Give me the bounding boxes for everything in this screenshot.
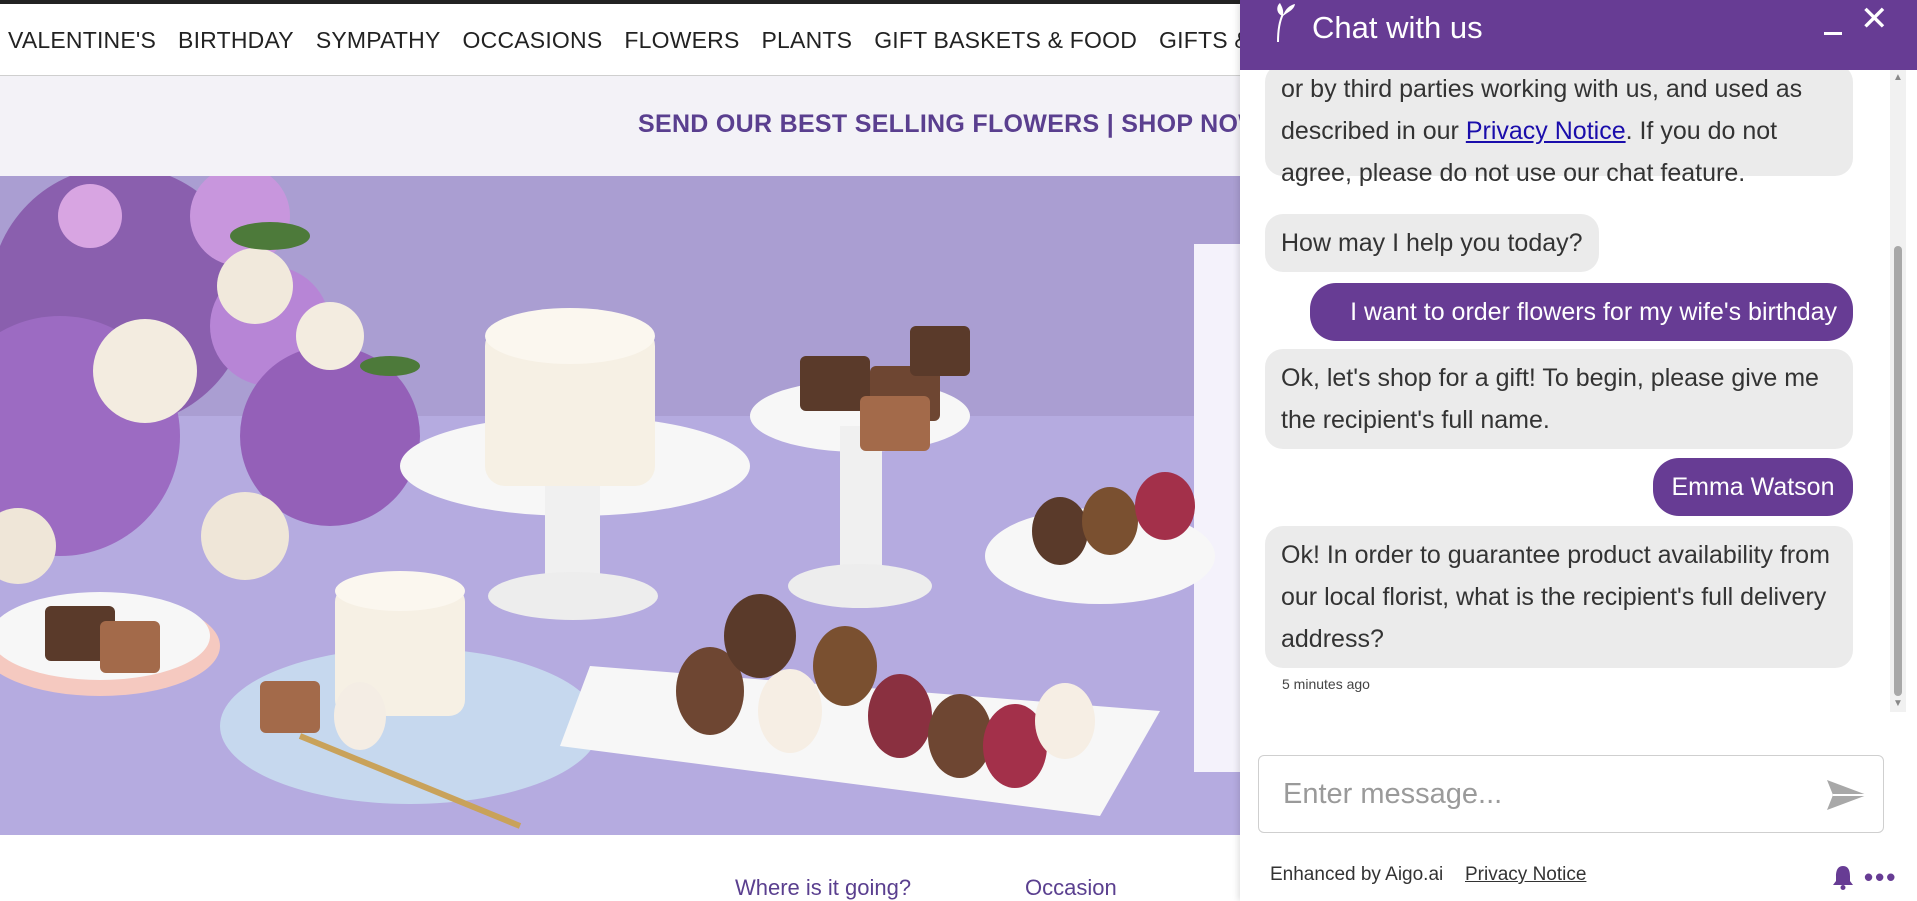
message-list: or by third parties working with us, and… (1240, 70, 1892, 712)
close-icon[interactable]: ✕ (1860, 2, 1889, 36)
chat-footer: Enhanced by Aigo.ai Privacy Notice ••• (1270, 864, 1895, 892)
hero-illustration (0, 176, 1240, 835)
chat-title: Chat with us (1312, 10, 1483, 45)
bell-icon[interactable] (1832, 864, 1854, 890)
scroll-thumb[interactable] (1894, 246, 1902, 696)
chat-scrollbar[interactable]: ▲ ▼ (1890, 70, 1906, 712)
where-going-dropdown[interactable]: Where is it going? (735, 875, 911, 901)
scroll-down-icon[interactable]: ▼ (1890, 696, 1906, 712)
powered-by-label: Enhanced by Aigo.ai (1270, 864, 1444, 885)
promo-link[interactable]: SEND OUR BEST SELLING FLOWERS | SHOP NOW (638, 110, 1262, 139)
occasion-dropdown[interactable]: Occasion (1025, 875, 1117, 901)
user-message: I want to order flowers for my wife's bi… (1310, 283, 1853, 341)
nav-item-valentines[interactable]: VALENTINE'S (8, 27, 156, 54)
send-icon[interactable] (1825, 778, 1869, 812)
bot-message: or by third parties working with us, and… (1265, 70, 1853, 187)
bot-message: How may I help you today? (1265, 214, 1599, 272)
message-timestamp: 5 minutes ago (1282, 676, 1370, 692)
scroll-up-icon[interactable]: ▲ (1890, 70, 1906, 86)
message-input[interactable] (1283, 774, 1803, 814)
more-icon[interactable]: ••• (1864, 864, 1897, 890)
user-message: Emma Watson (1653, 458, 1853, 516)
minimize-icon[interactable] (1820, 10, 1848, 40)
message-text: How may I help you today? (1281, 229, 1583, 257)
chat-widget: Chat with us ✕ or by third parties worki… (1240, 0, 1917, 901)
bot-message: Ok, let's shop for a gift! To begin, ple… (1265, 349, 1853, 449)
message-text: Emma Watson (1671, 473, 1835, 501)
message-input-box (1258, 755, 1884, 833)
nav-item-occasions[interactable]: OCCASIONS (463, 27, 603, 54)
logo-tulip-icon (1277, 3, 1295, 43)
message-text: Ok, let's shop for a gift! To begin, ple… (1281, 364, 1819, 434)
nav-item-plants[interactable]: PLANTS (762, 27, 853, 54)
hero-image (0, 176, 1240, 835)
nav-item-birthday[interactable]: BIRTHDAY (178, 27, 294, 54)
nav-item-flowers[interactable]: FLOWERS (624, 27, 739, 54)
product-finder: Where is it going? Occasion (280, 835, 1240, 901)
message-text: Ok! In order to guarantee product availa… (1281, 541, 1830, 653)
chat-header: Chat with us ✕ (1240, 0, 1917, 70)
footer-privacy-link[interactable]: Privacy Notice (1465, 864, 1586, 886)
privacy-notice-link[interactable]: Privacy Notice (1466, 117, 1626, 145)
bot-message: Ok! In order to guarantee product availa… (1265, 526, 1853, 668)
nav-item-gift-baskets[interactable]: GIFT BASKETS & FOOD (874, 27, 1137, 54)
message-text: I want to order flowers for my wife's bi… (1350, 298, 1837, 326)
nav-item-sympathy[interactable]: SYMPATHY (316, 27, 441, 54)
